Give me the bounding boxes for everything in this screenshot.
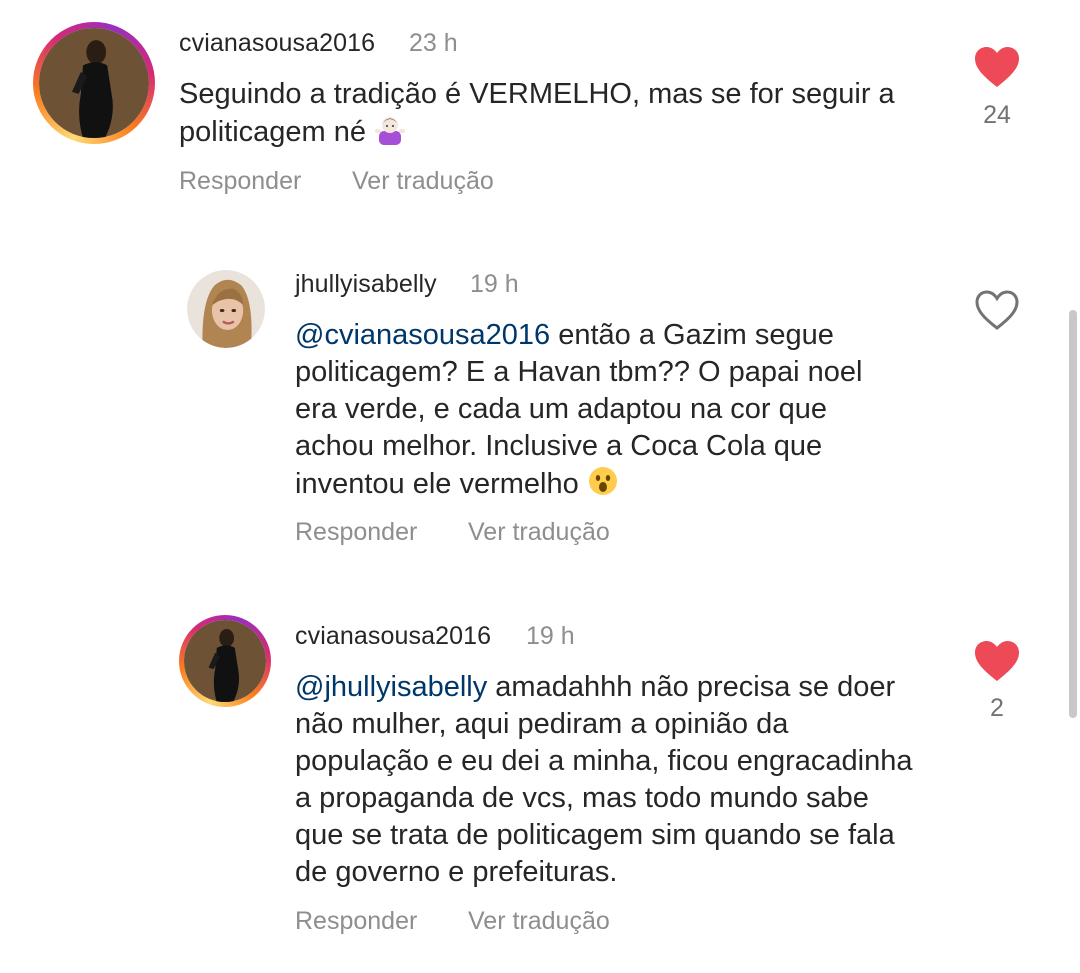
- comment-username[interactable]: jhullyisabelly: [295, 270, 437, 299]
- avatar[interactable]: [187, 270, 265, 348]
- see-translation-button[interactable]: Ver tradução: [468, 907, 610, 936]
- comment-time: 23 h: [409, 29, 458, 57]
- comment-body: amadahhh não precisa se doer não mulher,…: [295, 671, 913, 888]
- comment-time: 19 h: [526, 622, 575, 650]
- comment-username[interactable]: cvianasousa2016: [179, 29, 375, 58]
- profile-photo: [187, 270, 265, 348]
- like-button[interactable]: [973, 639, 1021, 683]
- comment-username[interactable]: cvianasousa2016: [295, 622, 491, 651]
- reply-button[interactable]: Responder: [295, 518, 417, 547]
- profile-photo: [184, 620, 266, 702]
- avatar[interactable]: [179, 615, 271, 707]
- heart-filled-icon: [975, 47, 1019, 87]
- like-count: 2: [990, 694, 1004, 722]
- scrollbar[interactable]: [1069, 310, 1077, 718]
- user-mention[interactable]: @cvianasousa2016: [295, 319, 550, 351]
- reply-button[interactable]: Responder: [179, 167, 301, 196]
- comment-text: @jhullyisabelly amadahhh não precisa se …: [295, 669, 925, 891]
- like-button[interactable]: [973, 288, 1021, 332]
- comment-body: Seguindo a tradição é VERMELHO, mas se f…: [179, 78, 895, 148]
- see-translation-button[interactable]: Ver tradução: [352, 167, 494, 196]
- user-mention[interactable]: @jhullyisabelly: [295, 671, 487, 703]
- comment-text: @cvianasousa2016 então a Gazim segue pol…: [295, 317, 895, 503]
- profile-photo: [39, 28, 149, 138]
- like-count: 24: [983, 101, 1011, 129]
- heart-filled-icon: [975, 641, 1019, 681]
- astonished-face-emoji: [587, 465, 619, 497]
- person-shrugging-emoji: [374, 113, 406, 145]
- avatar[interactable]: [33, 22, 155, 144]
- heart-outline-icon: [975, 290, 1019, 330]
- like-button[interactable]: [973, 45, 1021, 89]
- comments-thread: cvianasousa2016 23 h Seguindo a tradição…: [0, 0, 1080, 973]
- see-translation-button[interactable]: Ver tradução: [468, 518, 610, 547]
- reply-button[interactable]: Responder: [295, 907, 417, 936]
- comment-text: Seguindo a tradição é VERMELHO, mas se f…: [179, 76, 949, 151]
- comment-time: 19 h: [470, 270, 519, 298]
